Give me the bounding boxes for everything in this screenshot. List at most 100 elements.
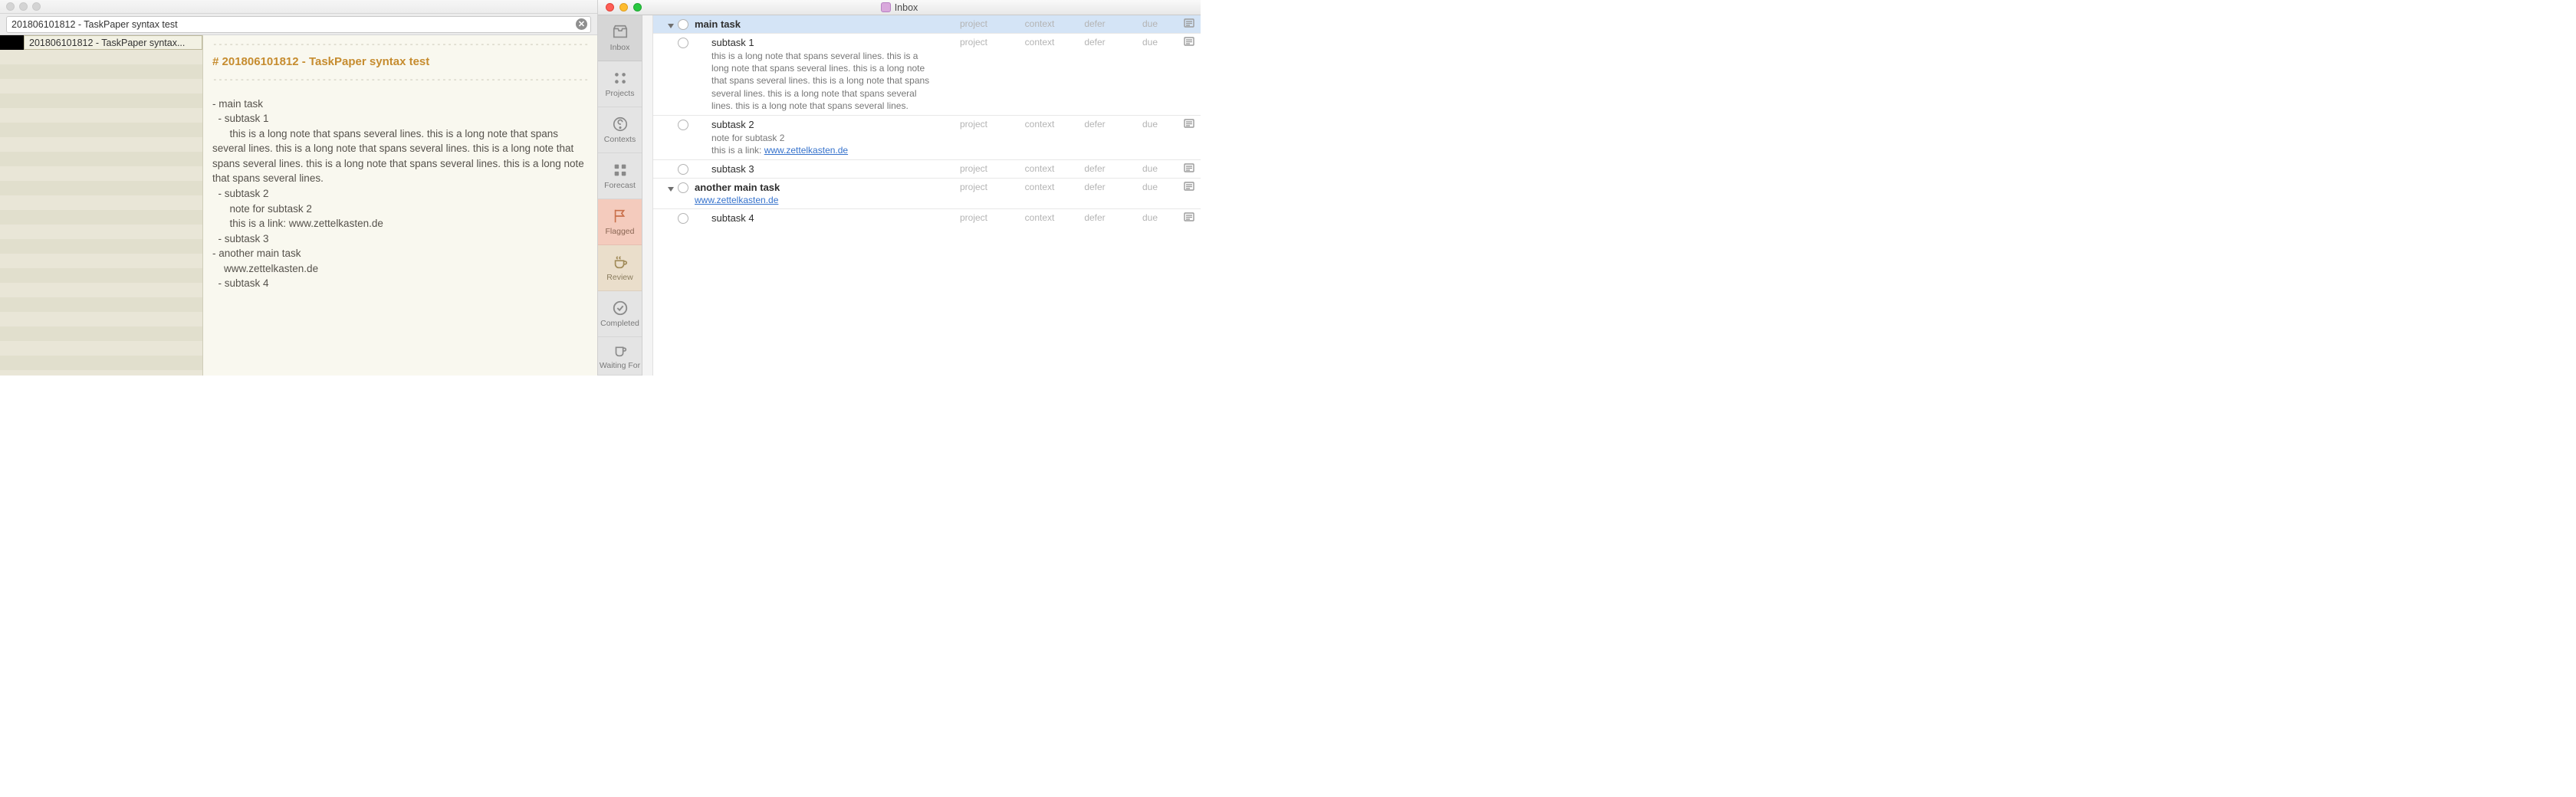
due-cell[interactable]: due: [1122, 163, 1178, 174]
defer-cell[interactable]: defer: [1067, 212, 1122, 223]
defer-cell[interactable]: defer: [1067, 182, 1122, 192]
task-title: subtask 3: [711, 163, 935, 175]
task-list: main task project context defer due: [653, 15, 1201, 376]
project-cell[interactable]: project: [935, 18, 1012, 29]
task-checkbox[interactable]: [678, 38, 688, 48]
check-circle-icon: [612, 300, 629, 317]
due-cell[interactable]: due: [1122, 119, 1178, 130]
sidebar-item-label: Projects: [606, 90, 635, 98]
context-cell[interactable]: context: [1012, 182, 1067, 192]
disclosure-triangle-icon[interactable]: [667, 21, 675, 28]
due-cell[interactable]: due: [1122, 18, 1178, 29]
task-row[interactable]: subtask 3 project context defer due: [653, 160, 1201, 179]
sidebar-item-label: Flagged: [606, 228, 635, 236]
note-icon[interactable]: [1184, 119, 1194, 128]
sidebar-item-flagged[interactable]: Flagged: [598, 199, 642, 245]
defer-cell[interactable]: defer: [1067, 37, 1122, 48]
task-row[interactable]: main task project context defer due: [653, 15, 1201, 34]
mug-icon: [612, 342, 629, 359]
inbox-badge-icon: [881, 2, 891, 12]
task-columns: project context defer due: [935, 37, 1178, 48]
zoom-icon[interactable]: [633, 3, 642, 11]
task-checkbox[interactable]: [678, 120, 688, 130]
task-row[interactable]: subtask 1 this is a long note that spans…: [653, 34, 1201, 116]
sidebar-item-completed[interactable]: Completed: [598, 291, 642, 337]
task-row[interactable]: subtask 4 project context defer due: [653, 209, 1201, 227]
project-cell[interactable]: project: [935, 119, 1012, 130]
projects-icon: [612, 70, 629, 87]
context-cell[interactable]: context: [1012, 119, 1067, 130]
task-link[interactable]: www.zettelkasten.de: [695, 195, 935, 205]
task-checkbox[interactable]: [678, 164, 688, 175]
sidebar-item-projects[interactable]: Projects: [598, 61, 642, 107]
minimize-icon[interactable]: [19, 2, 28, 11]
document-body: - main task - subtask 1 this is a long n…: [212, 97, 588, 291]
due-cell[interactable]: due: [1122, 37, 1178, 48]
sidebar-item-label: Forecast: [604, 182, 636, 190]
inbox-icon: [612, 24, 629, 41]
note-icon[interactable]: [1184, 163, 1194, 172]
context-cell[interactable]: context: [1012, 163, 1067, 174]
of-titlebar: Inbox: [598, 0, 1201, 15]
coffee-icon: [612, 254, 629, 271]
sidebar-item-forecast[interactable]: Forecast: [598, 153, 642, 199]
task-note-line: note for subtask 2: [711, 133, 784, 143]
minimize-icon[interactable]: [619, 3, 628, 11]
note-icon[interactable]: [1184, 182, 1194, 191]
task-note: this is a long note that spans several l…: [711, 50, 935, 112]
task-title: main task: [695, 18, 935, 30]
disclosure-triangle-icon[interactable]: [667, 184, 675, 192]
task-row[interactable]: another main task www.zettelkasten.de pr…: [653, 179, 1201, 209]
due-cell[interactable]: due: [1122, 182, 1178, 192]
task-row[interactable]: subtask 2 note for subtask 2 this is a l…: [653, 116, 1201, 160]
sidebar-item-label: Contexts: [604, 136, 636, 144]
defer-cell[interactable]: defer: [1067, 119, 1122, 130]
search-input[interactable]: 201806101812 - TaskPaper syntax test ✕: [6, 16, 591, 33]
sidebar-item-label: Inbox: [610, 44, 630, 52]
note-list-item[interactable]: 201806101812 - TaskPaper syntax...: [24, 35, 202, 50]
close-icon[interactable]: [6, 2, 15, 11]
context-cell[interactable]: context: [1012, 37, 1067, 48]
task-note: note for subtask 2 this is a link: www.z…: [711, 132, 935, 156]
task-note-line: this is a link:: [711, 145, 764, 156]
task-columns: project context defer due: [935, 182, 1178, 192]
forecast-icon: [612, 162, 629, 179]
note-icon[interactable]: [1184, 37, 1194, 46]
sidebar-item-contexts[interactable]: Contexts: [598, 107, 642, 153]
due-cell[interactable]: due: [1122, 212, 1178, 223]
sidebar-item-label: Waiting For: [600, 362, 640, 370]
note-link[interactable]: www.zettelkasten.de: [764, 145, 848, 156]
task-title: another main task: [695, 182, 935, 193]
note-icon[interactable]: [1184, 18, 1194, 28]
sidebar-item-inbox[interactable]: Inbox: [598, 15, 642, 61]
task-columns: project context defer due: [935, 18, 1178, 29]
note-list-sidebar[interactable]: 201806101812 - TaskPaper syntax...: [0, 35, 203, 376]
defer-cell[interactable]: defer: [1067, 18, 1122, 29]
note-icon[interactable]: [1184, 212, 1194, 221]
project-cell[interactable]: project: [935, 182, 1012, 192]
note-list-item-label: 201806101812 - TaskPaper syntax...: [29, 38, 185, 48]
defer-cell[interactable]: defer: [1067, 163, 1122, 174]
sidebar-item-label: Review: [606, 274, 632, 282]
close-icon[interactable]: [606, 3, 614, 11]
clear-search-icon[interactable]: ✕: [576, 18, 587, 30]
task-columns: project context defer due: [935, 163, 1178, 174]
task-checkbox[interactable]: [678, 213, 688, 224]
task-columns: project context defer due: [935, 212, 1178, 223]
task-columns: project context defer due: [935, 119, 1178, 130]
omnifocus-window: Inbox Inbox Projects: [598, 0, 1201, 376]
sidebar-item-review[interactable]: Review: [598, 245, 642, 291]
task-checkbox[interactable]: [678, 19, 688, 30]
sidebar-item-label: Completed: [600, 320, 639, 328]
task-checkbox[interactable]: [678, 182, 688, 193]
zoom-icon[interactable]: [32, 2, 41, 11]
project-cell[interactable]: project: [935, 163, 1012, 174]
context-cell[interactable]: context: [1012, 18, 1067, 29]
note-thumbnail-icon: [0, 35, 24, 50]
project-cell[interactable]: project: [935, 37, 1012, 48]
sidebar-item-waiting[interactable]: Waiting For: [598, 337, 642, 376]
context-cell[interactable]: context: [1012, 212, 1067, 223]
editor-content[interactable]: ----------------------------------------…: [203, 35, 597, 376]
project-cell[interactable]: project: [935, 212, 1012, 223]
perspective-sidebar: Inbox Projects Contexts: [598, 15, 642, 376]
